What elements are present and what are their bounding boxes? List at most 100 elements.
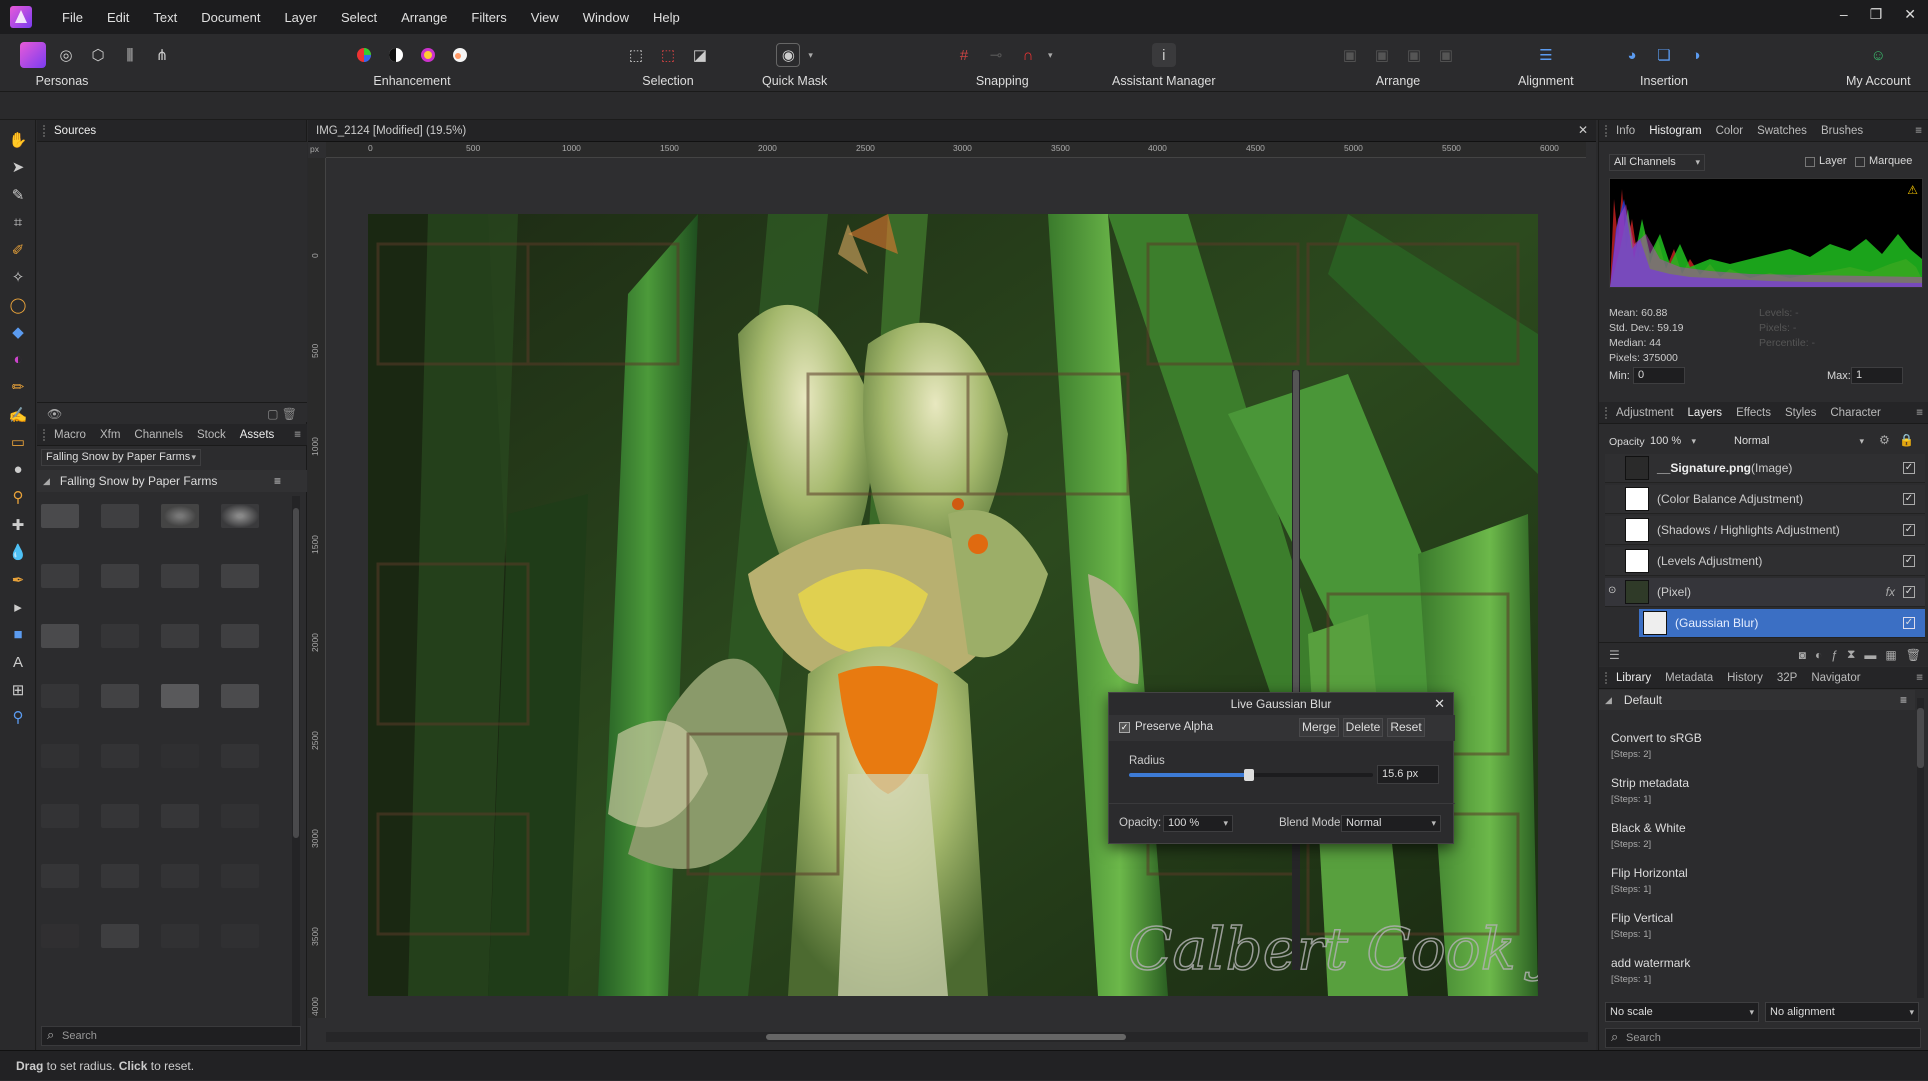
menu-window[interactable]: Window <box>571 10 641 25</box>
eye-icon[interactable]: 👁 <box>47 407 62 421</box>
max-input[interactable]: 1 <box>1851 367 1903 384</box>
asset-thumbnail[interactable] <box>161 864 199 888</box>
asset-thumbnail[interactable] <box>101 684 139 708</box>
asset-thumbnail[interactable] <box>161 684 199 708</box>
menu-filters[interactable]: Filters <box>459 10 518 25</box>
tab-macro[interactable]: Macro <box>47 429 93 441</box>
mask-layer-icon[interactable]: ◙ <box>1799 648 1806 662</box>
layer-settings-gear-icon[interactable]: ⚙ <box>1879 433 1890 447</box>
layer-row-gaussian-blur[interactable]: (Gaussian Blur) ✓ <box>1639 609 1925 638</box>
move-to-back-icon[interactable]: ▣ <box>1338 43 1362 67</box>
export-persona-icon[interactable]: ⋔ <box>150 43 174 67</box>
asset-thumbnail[interactable] <box>41 804 79 828</box>
invert-selection-icon[interactable]: ◪ <box>688 43 712 67</box>
menu-view[interactable]: View <box>519 10 571 25</box>
library-scrollbar[interactable] <box>1917 698 1924 998</box>
min-input[interactable]: 0 <box>1633 367 1685 384</box>
asset-thumbnail[interactable] <box>161 564 199 588</box>
dialog-close-icon[interactable]: ✕ <box>1434 693 1445 715</box>
dialog-opacity-select[interactable]: 100 % <box>1163 815 1233 832</box>
canvas-hscroll-thumb[interactable] <box>766 1034 1126 1040</box>
grid-snap-icon[interactable]: # <box>952 43 976 67</box>
mesh-warp-icon[interactable]: ⊞ <box>0 676 36 704</box>
move-tool-icon[interactable]: ➤ <box>0 154 36 182</box>
dialog-titlebar[interactable]: Live Gaussian Blur ✕ <box>1109 693 1453 715</box>
asset-thumbnail[interactable] <box>101 924 139 948</box>
asset-thumbnail[interactable] <box>101 564 139 588</box>
menu-select[interactable]: Select <box>329 10 389 25</box>
layer-row-color-balance[interactable]: (Color Balance Adjustment) ✓ <box>1605 485 1925 514</box>
asset-thumbnail[interactable] <box>221 624 259 648</box>
panel-menu-icon[interactable]: ≡ <box>1908 125 1928 137</box>
macro-item[interactable]: Black & White [Steps: 2] <box>1611 821 1911 850</box>
layer-row-signature[interactable]: __Signature.png (Image) ✓ <box>1605 454 1925 483</box>
asset-menu-icon[interactable]: ≡ <box>274 474 281 488</box>
assets-scroll-thumb[interactable] <box>293 508 299 838</box>
layer-lock-icon[interactable]: 🔒 <box>1899 433 1914 447</box>
assistant-icon[interactable]: i <box>1151 43 1176 67</box>
layer-visibility-checkbox[interactable]: ✓ <box>1903 617 1915 629</box>
layers-stack-icon[interactable]: ☰ <box>1609 648 1620 662</box>
blur-brush-icon[interactable]: 💧 <box>0 539 36 567</box>
zoom-tool-icon[interactable]: ⚲ <box>0 704 36 732</box>
layer-visibility-checkbox[interactable]: ✓ <box>1903 586 1915 598</box>
asset-thumbnail[interactable] <box>221 924 259 948</box>
asset-thumbnail[interactable] <box>221 744 259 768</box>
quick-mask-icon[interactable]: ◉ <box>776 43 801 67</box>
library-group-menu-icon[interactable]: ≡ <box>1900 693 1907 707</box>
asset-thumbnail[interactable] <box>41 684 79 708</box>
asset-thumbnail[interactable] <box>41 564 79 588</box>
layer-visibility-checkbox[interactable]: ✓ <box>1903 524 1915 536</box>
assets-search-input[interactable]: Search <box>41 1026 301 1046</box>
layer-visibility-checkbox[interactable]: ✓ <box>1903 555 1915 567</box>
tab-sources[interactable]: Sources <box>47 125 103 137</box>
panel-menu-icon[interactable]: ≡ <box>1909 407 1928 419</box>
alignment-select[interactable]: No alignment <box>1765 1002 1919 1022</box>
reset-button[interactable]: Reset <box>1387 718 1425 737</box>
color-picker-tool-icon[interactable]: ✎ <box>0 181 36 209</box>
layer-checkbox[interactable] <box>1805 157 1815 167</box>
layers-opacity-select[interactable]: 100 % <box>1645 433 1701 450</box>
menu-edit[interactable]: Edit <box>95 10 141 25</box>
crop-tool-icon[interactable]: ⌗ <box>0 209 36 237</box>
tab-color[interactable]: Color <box>1709 125 1750 137</box>
asset-thumbnail[interactable] <box>221 684 259 708</box>
tab-navigator[interactable]: Navigator <box>1804 672 1867 684</box>
tab-xfm[interactable]: Xfm <box>93 429 127 441</box>
photo-persona-icon[interactable] <box>20 42 46 68</box>
macro-item[interactable]: Flip Vertical [Steps: 1] <box>1611 911 1911 940</box>
select-all-icon[interactable]: ⬚ <box>624 43 648 67</box>
tab-brushes[interactable]: Brushes <box>1814 125 1870 137</box>
node-tool-icon[interactable]: ▸ <box>0 594 36 622</box>
auto-levels-icon[interactable] <box>352 43 376 67</box>
asset-thumbnail[interactable] <box>101 504 139 528</box>
selection-brush-icon[interactable]: ✐ <box>0 236 36 264</box>
library-scroll-thumb[interactable] <box>1917 708 1924 768</box>
radius-input[interactable]: 15.6 px <box>1377 765 1439 784</box>
menu-file[interactable]: File <box>50 10 95 25</box>
close-document-icon[interactable]: ✕ <box>1578 123 1588 137</box>
tab-metadata[interactable]: Metadata <box>1658 672 1720 684</box>
tab-assets[interactable]: Assets <box>233 429 282 441</box>
layer-visibility-checkbox[interactable]: ✓ <box>1903 462 1915 474</box>
preserve-alpha-checkbox[interactable]: ✓ <box>1119 722 1130 733</box>
vertical-ruler[interactable]: 0 500 1000 1500 2000 2500 3000 3500 4000 <box>308 158 326 1018</box>
asset-thumbnail[interactable] <box>161 504 199 528</box>
minimize-button[interactable]: – <box>1840 6 1848 23</box>
macro-item[interactable]: Convert to sRGB [Steps: 2] <box>1611 731 1911 760</box>
snapping-magnet-icon[interactable]: ∩ <box>1016 43 1040 67</box>
asset-thumbnail[interactable] <box>101 744 139 768</box>
deselect-icon[interactable]: ⬚ <box>656 43 680 67</box>
layer-row-levels[interactable]: (Levels Adjustment) ✓ <box>1605 547 1925 576</box>
expand-layer-chevron-icon[interactable]: ⊙ <box>1608 585 1616 596</box>
asset-thumbnail[interactable] <box>221 504 259 528</box>
tab-library[interactable]: Library <box>1609 672 1658 684</box>
tab-layers[interactable]: Layers <box>1681 407 1730 419</box>
move-back-one-icon[interactable]: ▣ <box>1370 43 1394 67</box>
artistic-text-icon[interactable]: A <box>0 649 36 677</box>
asset-thumbnail[interactable] <box>101 624 139 648</box>
tab-adjustment[interactable]: Adjustment <box>1609 407 1681 419</box>
liquify-persona-icon[interactable]: ◎ <box>54 43 78 67</box>
menu-layer[interactable]: Layer <box>272 10 329 25</box>
adjustment-icon[interactable]: ◐ <box>1815 648 1822 662</box>
